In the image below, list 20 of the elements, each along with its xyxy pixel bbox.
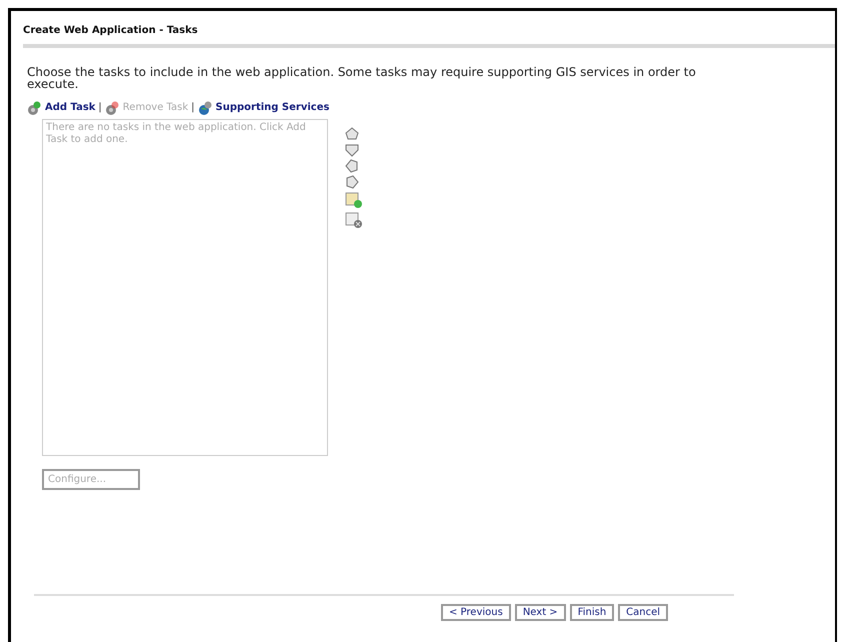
separator: | (191, 101, 195, 115)
finish-button[interactable]: Finish (570, 604, 614, 621)
supporting-services-link[interactable]: Supporting Services (198, 100, 330, 115)
instructions-text: Choose the tasks to include in the web application. Some tasks may require supporting GIS services in order to execute. (27, 66, 697, 90)
gear-plus-icon (27, 100, 41, 114)
gear-minus-icon (104, 100, 119, 114)
cancel-button[interactable]: Cancel (618, 604, 668, 621)
globe-gear-icon (198, 100, 212, 114)
folder-remove-icon[interactable] (345, 211, 363, 229)
move-up-icon[interactable] (345, 127, 359, 141)
previous-button[interactable]: < Previous (441, 604, 511, 621)
next-button[interactable]: Next > (514, 604, 566, 621)
move-right-icon[interactable] (345, 175, 359, 189)
page-title: Create Web Application - Tasks (23, 24, 199, 38)
empty-list-message: There are no tasks in the web application. Click Add Task to add one. (46, 122, 306, 145)
separator: | (98, 101, 102, 115)
folder-add-icon[interactable] (345, 191, 363, 209)
add-task-link[interactable]: Add Task (27, 100, 96, 115)
move-down-icon[interactable] (345, 143, 359, 157)
move-left-icon[interactable] (345, 159, 359, 173)
